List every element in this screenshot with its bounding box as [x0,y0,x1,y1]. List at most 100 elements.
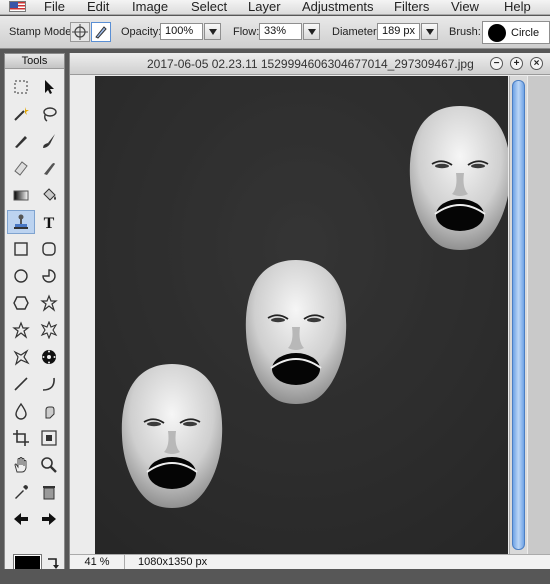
photo-image [95,76,508,562]
lasso-icon [43,107,57,122]
tool-pencil[interactable] [7,129,35,153]
flow-input[interactable]: 33% [259,23,302,40]
tool-lasso[interactable] [35,102,63,126]
opacity-input[interactable]: 100% [160,23,203,40]
tool-star[interactable] [35,291,63,315]
zoom-icon [41,457,57,473]
flow-dropdown-button[interactable] [303,23,320,40]
menubar: File Edit Image Select Layer Adjustments… [0,0,550,15]
menu-edit[interactable]: Edit [87,0,109,14]
magic-wand-icon [14,107,29,121]
star-outline-icon [12,321,30,339]
crop-icon [13,430,29,446]
tool-bucket[interactable] [35,183,63,207]
tool-marquee[interactable] [7,75,35,99]
options-bar: Stamp Mode: Opacity: 100% Flow: 33% Diam… [0,16,550,49]
hexagon-icon [13,296,29,310]
tool-trash[interactable] [35,480,63,504]
rectangle-icon [14,242,28,256]
menu-help[interactable]: Help [504,0,531,14]
close-button[interactable]: × [530,57,543,70]
vertical-scrollbar[interactable] [509,76,527,562]
tool-rounded-rect[interactable] [35,237,63,261]
tool-blur[interactable] [7,399,35,423]
menu-file[interactable]: File [44,0,65,14]
menu-image[interactable]: Image [132,0,168,14]
document-titlebar: 2017-06-05 02.23.11 1529994606304677014_… [70,53,550,75]
tool-undo[interactable] [7,507,35,531]
trash-icon [43,486,55,500]
curve-icon [42,377,55,391]
tool-star-outline[interactable] [7,318,35,342]
brush-icon [43,134,55,148]
tool-magic-wand[interactable] [7,102,35,126]
menu-view[interactable]: View [451,0,479,14]
drop-icon [15,402,27,420]
image-dimensions: 1080x1350 px [138,556,208,568]
menu-filters[interactable]: Filters [394,0,429,14]
eraser-icon [14,161,28,176]
tool-pie[interactable] [35,264,63,288]
stamp-mode-label: Stamp Mode: [9,26,75,38]
tool-hexagon[interactable] [7,291,35,315]
status-bar: 41 % 1080x1350 px [70,554,550,569]
vertical-scroll-thumb[interactable] [512,80,525,550]
tool-hand[interactable] [7,453,35,477]
eyedropper-icon [15,485,28,499]
tool-rectangle[interactable] [7,237,35,261]
tool-curve[interactable] [35,372,63,396]
minimize-button[interactable]: − [490,57,503,70]
tool-redo[interactable] [35,507,63,531]
menu-select[interactable]: Select [191,0,227,14]
svg-text:T: T [44,215,55,231]
brush-label: Brush: [449,26,481,38]
arrow-left-icon [14,513,28,525]
panel-margin [528,76,550,562]
tool-clone-stamp[interactable] [7,210,35,234]
tool-line[interactable] [7,372,35,396]
stamp-paint-button[interactable] [91,22,111,42]
pencil-icon [15,136,27,148]
smudge-icon [44,163,55,175]
tool-eyedropper[interactable] [7,480,35,504]
tool-flower[interactable] [35,345,63,369]
maximize-button[interactable]: + [510,57,523,70]
brush-selector[interactable]: Circle [482,21,550,44]
opacity-label: Opacity: [121,26,162,38]
stamp-source-button[interactable] [70,22,90,42]
tool-crop[interactable] [7,426,35,450]
zoom-level[interactable]: 41 % [70,555,125,569]
tool-text[interactable]: T [35,210,63,234]
tool-ellipse[interactable] [7,264,35,288]
diameter-input[interactable]: 189 px [377,23,420,40]
tool-move[interactable] [35,75,63,99]
burst-icon [40,321,58,339]
tool-resize[interactable] [35,426,63,450]
ellipse-icon [14,269,28,283]
finger-icon [45,406,55,419]
tool-splat[interactable] [7,345,35,369]
tool-zoom[interactable] [35,453,63,477]
tool-burst[interactable] [35,318,63,342]
brush-name: Circle [511,27,540,39]
text-icon: T [44,215,55,231]
document-title: 2017-06-05 02.23.11 1529994606304677014_… [147,57,474,71]
diameter-dropdown-button[interactable] [421,23,438,40]
rounded-rect-icon [42,242,56,256]
tool-brush[interactable] [35,129,63,153]
opacity-dropdown-button[interactable] [204,23,221,40]
menu-adjustments[interactable]: Adjustments [302,0,374,14]
tool-eraser[interactable] [7,156,35,180]
bottom-bar [0,569,550,584]
tool-smudge[interactable] [35,156,63,180]
tools-title: Tools [5,54,64,69]
menu-layer[interactable]: Layer [248,0,281,14]
document-window: 2017-06-05 02.23.11 1529994606304677014_… [69,53,550,569]
tool-sharpen[interactable] [35,399,63,423]
tool-gradient[interactable] [7,183,35,207]
flag-icon[interactable] [9,1,26,12]
flower-icon [42,350,56,364]
gradient-icon [13,190,29,201]
image-canvas[interactable] [95,76,508,562]
stamp-icon [14,214,28,229]
